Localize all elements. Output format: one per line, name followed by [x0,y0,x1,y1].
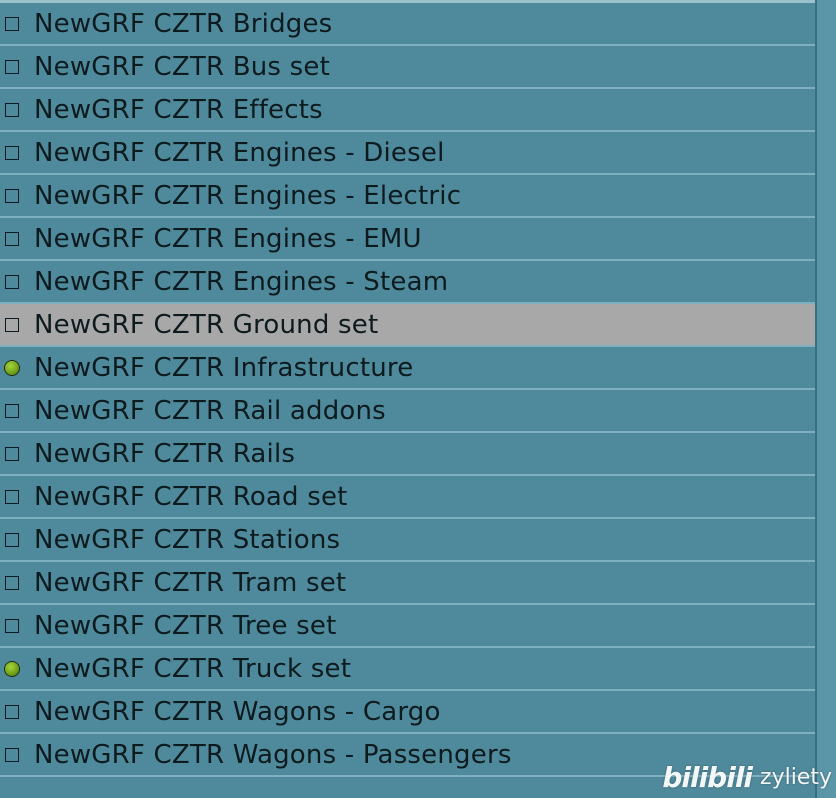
list-item[interactable]: NewGRF CZTR Engines - Electric [0,175,815,218]
list-item-label: NewGRF CZTR Tram set [34,567,347,598]
checkbox-empty-icon [4,145,20,161]
checkbox-empty-icon [4,747,20,763]
list-item[interactable]: NewGRF CZTR Effects [0,89,815,132]
checkbox-empty-icon [4,274,20,290]
list-item-label: NewGRF CZTR Wagons - Passengers [34,739,512,770]
list-item[interactable]: NewGRF CZTR Tram set [0,562,815,605]
list-item-label: NewGRF CZTR Rails [34,438,296,469]
list-item[interactable]: NewGRF CZTR Engines - Steam [0,261,815,304]
newgrf-list: NewGRF CZTR Bridges NewGRF CZTR Bus set Ne… [0,0,815,798]
list-item[interactable]: NewGRF CZTR Bus set [0,46,815,89]
checkbox-empty-icon [4,102,20,118]
list-item-label: NewGRF CZTR Effects [34,94,323,125]
checkbox-empty-icon [4,704,20,720]
checkbox-empty-icon [4,403,20,419]
checkbox-empty-icon [4,489,20,505]
list-item[interactable]: NewGRF CZTR Rails [0,433,815,476]
list-item-label: NewGRF CZTR Wagons - Cargo [34,696,441,727]
checkbox-empty-icon [4,446,20,462]
checkbox-empty-icon [4,618,20,634]
checkbox-empty-icon [4,59,20,75]
list-item-label: NewGRF CZTR Road set [34,481,348,512]
list-item-label: NewGRF CZTR Engines - Steam [34,266,449,297]
checkbox-empty-icon [4,575,20,591]
list-item[interactable]: NewGRF CZTR Rail addons [0,390,815,433]
list-item-label: NewGRF CZTR Engines - EMU [34,223,422,254]
list-item-label: NewGRF CZTR Engines - Diesel [34,137,445,168]
list-item[interactable]: NewGRF CZTR Road set [0,476,815,519]
list-item[interactable]: NewGRF CZTR Truck set [0,648,815,691]
list-item[interactable]: NewGRF CZTR Engines - EMU [0,218,815,261]
checkbox-empty-icon [4,231,20,247]
list-item-label: NewGRF CZTR Rail addons [34,395,386,426]
list-item-label: NewGRF CZTR Stations [34,524,341,555]
list-item-label: NewGRF CZTR Ground set [34,309,379,340]
watermark: bilibili zyliety [662,764,832,792]
scrollbar[interactable] [815,0,836,798]
list-item[interactable]: NewGRF CZTR Engines - Diesel [0,132,815,175]
checkbox-empty-icon [4,532,20,548]
green-dot-icon [4,661,20,677]
list-item-label: NewGRF CZTR Tree set [34,610,337,641]
checkbox-empty-icon [4,188,20,204]
list-item[interactable]: NewGRF CZTR Bridges [0,3,815,46]
list-item-label: NewGRF CZTR Truck set [34,653,352,684]
list-item[interactable]: NewGRF CZTR Ground set [0,304,815,347]
list-item[interactable]: NewGRF CZTR Stations [0,519,815,562]
bilibili-logo: bilibili [662,761,753,794]
checkbox-empty-icon [4,16,20,32]
list-item[interactable]: NewGRF CZTR Tree set [0,605,815,648]
list-item[interactable]: NewGRF CZTR Wagons - Cargo [0,691,815,734]
green-dot-icon [4,360,20,376]
checkbox-empty-icon [4,317,20,333]
watermark-username: zyliety [760,765,832,790]
list-item-label: NewGRF CZTR Bridges [34,8,333,39]
list-item-label: NewGRF CZTR Bus set [34,51,330,82]
list-item[interactable]: NewGRF CZTR Infrastructure [0,347,815,390]
list-item-label: NewGRF CZTR Infrastructure [34,352,414,383]
list-item-label: NewGRF CZTR Engines - Electric [34,180,462,211]
